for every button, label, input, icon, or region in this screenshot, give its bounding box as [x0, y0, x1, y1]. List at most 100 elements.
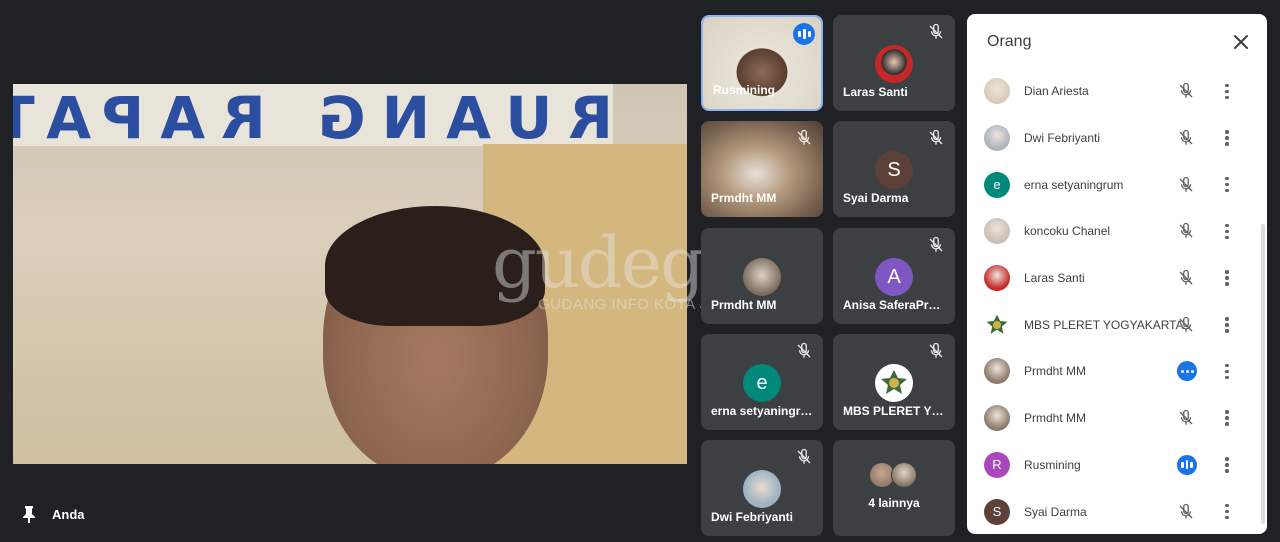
participant-tile[interactable]: Prmdht MM — [701, 121, 823, 217]
mic-off-icon — [795, 129, 815, 149]
mic-off-icon[interactable] — [1175, 314, 1197, 336]
avatar — [984, 265, 1010, 292]
mic-off-icon — [1179, 410, 1193, 425]
participant-name: MBS PLERET YOGYAKARTA — [1024, 317, 1184, 332]
self-label: Anda — [22, 505, 85, 523]
more-options-icon[interactable] — [1218, 80, 1236, 102]
participant-tile[interactable]: e erna setyaningru… — [701, 334, 823, 430]
more-options-icon[interactable] — [1218, 501, 1236, 523]
mic-off-icon — [1179, 83, 1193, 99]
speaking-icon — [1177, 454, 1197, 475]
mic-off-icon — [929, 236, 943, 252]
participant-tile[interactable]: Prmdht MM — [701, 228, 823, 324]
more-participants-label[interactable]: 4 lainnya — [833, 496, 955, 510]
mic-off-icon — [1179, 503, 1193, 519]
mic-off-icon — [927, 129, 947, 149]
participant-row[interactable]: R Rusmining — [967, 442, 1257, 489]
participant-row[interactable]: Prmdht MM — [967, 395, 1257, 442]
mic-off-icon — [929, 129, 943, 145]
participant-name: MBS PLERET YO… — [843, 404, 947, 418]
participant-row[interactable]: Laras Santi — [967, 255, 1257, 302]
participant-tile[interactable]: Dwi Febriyanti — [701, 440, 823, 536]
participant-tile[interactable]: Laras Santi — [833, 15, 955, 111]
speaking-icon — [793, 23, 815, 45]
participant-name: Prmdht MM — [711, 298, 777, 312]
participant-name: erna setyaningrum — [1024, 177, 1124, 192]
participant-name: Prmdht MM — [711, 191, 777, 205]
avatar: e — [743, 364, 781, 402]
mic-off-icon[interactable] — [1175, 80, 1197, 102]
participant-row[interactable]: S Syai Darma — [967, 488, 1257, 534]
logo-avatar — [875, 364, 913, 402]
participant-tile[interactable]: Rusmining — [701, 15, 823, 111]
mic-off-icon — [797, 342, 811, 358]
participant-tile[interactable]: 4 lainnya — [833, 440, 955, 536]
mic-off-icon[interactable] — [1175, 174, 1197, 196]
participant-row[interactable]: e erna setyaningrum — [967, 161, 1257, 208]
mic-off-icon — [929, 342, 943, 358]
participant-row[interactable]: Prmdht MM — [967, 348, 1257, 395]
people-panel: Orang Dian Ariesta Dwi Febriyanti e erna se… — [967, 14, 1267, 534]
avatar: e — [984, 171, 1010, 198]
mic-off-icon — [1179, 176, 1193, 192]
avatar — [984, 218, 1010, 245]
more-options-icon[interactable] — [1218, 127, 1236, 149]
participant-row[interactable]: MBS PLERET YOGYAKARTA — [967, 301, 1257, 348]
more-options-icon[interactable] — [1218, 454, 1236, 476]
participant-name: Rusmining — [1024, 457, 1081, 472]
more-options-icon[interactable] — [1218, 220, 1236, 242]
panel-scrollbar[interactable] — [1261, 224, 1265, 524]
participant-name: Dian Ariesta — [1024, 84, 1089, 99]
close-icon[interactable] — [1231, 32, 1251, 52]
more-options-icon[interactable] — [1218, 360, 1236, 382]
mic-off-icon[interactable] — [1175, 407, 1197, 429]
participant-name: Prmdht MM — [1024, 364, 1087, 379]
avatar: A — [875, 258, 913, 296]
mic-off-icon[interactable] — [1175, 501, 1197, 523]
more-options-icon[interactable] — [1218, 267, 1236, 289]
participant-row[interactable]: koncoku Chanel — [967, 208, 1257, 255]
participant-tile[interactable]: S Syai Darma — [833, 121, 955, 217]
participant-name: erna setyaningru… — [711, 404, 815, 418]
participant-tile[interactable]: A Anisa SaferaProb… — [833, 228, 955, 324]
mic-off-icon — [927, 236, 947, 256]
mic-off-icon — [1179, 316, 1193, 332]
participant-name: koncoku Chanel — [1024, 224, 1111, 239]
participant-name: Syai Darma — [843, 191, 909, 205]
mic-off-icon — [795, 448, 815, 468]
avatar: R — [984, 451, 1010, 478]
participant-row[interactable]: Dwi Febriyanti — [967, 115, 1257, 162]
logo-avatar — [984, 311, 1010, 338]
mic-off-icon[interactable] — [1175, 127, 1197, 149]
avatar: S — [875, 151, 913, 189]
avatar — [743, 470, 781, 508]
participant-name: Laras Santi — [1024, 271, 1085, 286]
mic-off-icon — [927, 342, 947, 362]
banner-text: RUANG RAPAT FKIP — [13, 84, 613, 152]
participant-name: Prmdht MM — [1024, 411, 1087, 426]
participant-list: Dian Ariesta Dwi Febriyanti e erna setyanin… — [967, 68, 1257, 534]
mic-off-icon — [929, 23, 943, 39]
avatar — [743, 258, 781, 296]
participant-name: Dwi Febriyanti — [711, 510, 794, 524]
mic-off-icon[interactable] — [1175, 267, 1197, 289]
mic-off-icon[interactable] — [1175, 220, 1197, 242]
participant-name: Syai Darma — [1024, 504, 1087, 519]
more-options-icon[interactable] — [1218, 314, 1236, 336]
mic-off-icon — [797, 448, 811, 464]
mic-off-icon — [927, 23, 947, 43]
participant-row[interactable]: Dian Ariesta — [967, 68, 1257, 115]
pin-icon[interactable] — [22, 505, 36, 523]
participant-name: Anisa SaferaProb… — [843, 298, 947, 312]
more-options-icon[interactable] — [1218, 174, 1236, 196]
avatar — [875, 45, 913, 83]
participant-tile[interactable]: MBS PLERET YO… — [833, 334, 955, 430]
avatar — [984, 358, 1010, 385]
mic-off-icon — [1179, 129, 1193, 145]
participant-name: Rusmining — [713, 83, 775, 97]
mic-off-icon — [1179, 223, 1193, 239]
avatar — [984, 125, 1010, 152]
ellipsis-icon — [1177, 361, 1197, 382]
avatar: S — [984, 498, 1010, 525]
more-options-icon[interactable] — [1218, 407, 1236, 429]
